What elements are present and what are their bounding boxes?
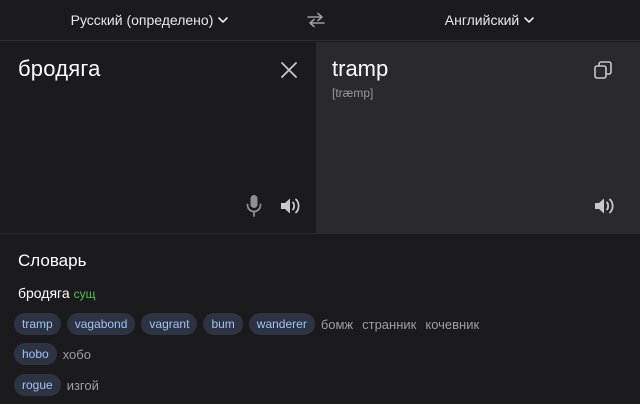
back-translation[interactable]: бомж <box>321 317 353 332</box>
back-translation[interactable]: изгой <box>67 378 99 393</box>
translation-pane: tramp [træmp] <box>316 42 640 233</box>
dictionary-headword: бродяга сущ <box>18 285 96 301</box>
clear-button[interactable] <box>279 60 299 80</box>
translation-group: hobo хобо <box>14 342 100 366</box>
source-language-selector[interactable]: Русский (определено) <box>0 0 300 40</box>
part-of-speech: сущ <box>73 287 96 301</box>
translation-text: tramp <box>332 56 389 81</box>
copy-button[interactable] <box>593 60 613 80</box>
speaker-icon <box>595 198 614 214</box>
back-translation[interactable]: странник <box>362 317 416 332</box>
copy-icon <box>594 61 612 79</box>
translation-chip[interactable]: vagrant <box>141 313 198 335</box>
speaker-icon <box>281 198 300 214</box>
source-text-pane[interactable]: бродяга <box>0 42 316 233</box>
translation-group: rogue изгой <box>14 373 108 397</box>
voice-input-button[interactable] <box>244 194 264 218</box>
swap-arrows-icon <box>307 12 325 28</box>
source-text-input[interactable]: бродяга <box>18 56 101 82</box>
chevron-down-icon <box>218 17 229 23</box>
transcription: [træmp] <box>332 86 374 100</box>
microphone-icon <box>246 195 262 217</box>
listen-translation-button[interactable] <box>593 195 617 217</box>
translation-chip[interactable]: rogue <box>14 374 61 396</box>
back-translation[interactable]: кочевник <box>425 317 479 332</box>
section-divider <box>0 233 640 234</box>
listen-source-button[interactable] <box>279 195 303 217</box>
headword-text: бродяга <box>18 285 70 301</box>
close-icon <box>281 62 297 78</box>
chevron-down-icon <box>524 17 535 23</box>
translation-chip[interactable]: tramp <box>14 313 61 335</box>
language-bar: Русский (определено) Английский <box>0 0 640 41</box>
target-language-label: Английский <box>444 12 520 28</box>
translation-group: tramp vagabond vagrant bum wanderer бомж… <box>14 312 488 336</box>
translation-chip[interactable]: hobo <box>14 343 57 365</box>
translation-chip[interactable]: bum <box>203 313 243 335</box>
source-language-label: Русский (определено) <box>70 12 214 28</box>
translation-chip[interactable]: vagabond <box>66 313 136 335</box>
swap-languages-button[interactable] <box>302 8 330 32</box>
dictionary-title: Словарь <box>18 251 87 270</box>
back-translation[interactable]: хобо <box>63 347 91 362</box>
translation-chip[interactable]: wanderer <box>248 313 315 335</box>
target-language-selector[interactable]: Английский <box>340 0 640 40</box>
